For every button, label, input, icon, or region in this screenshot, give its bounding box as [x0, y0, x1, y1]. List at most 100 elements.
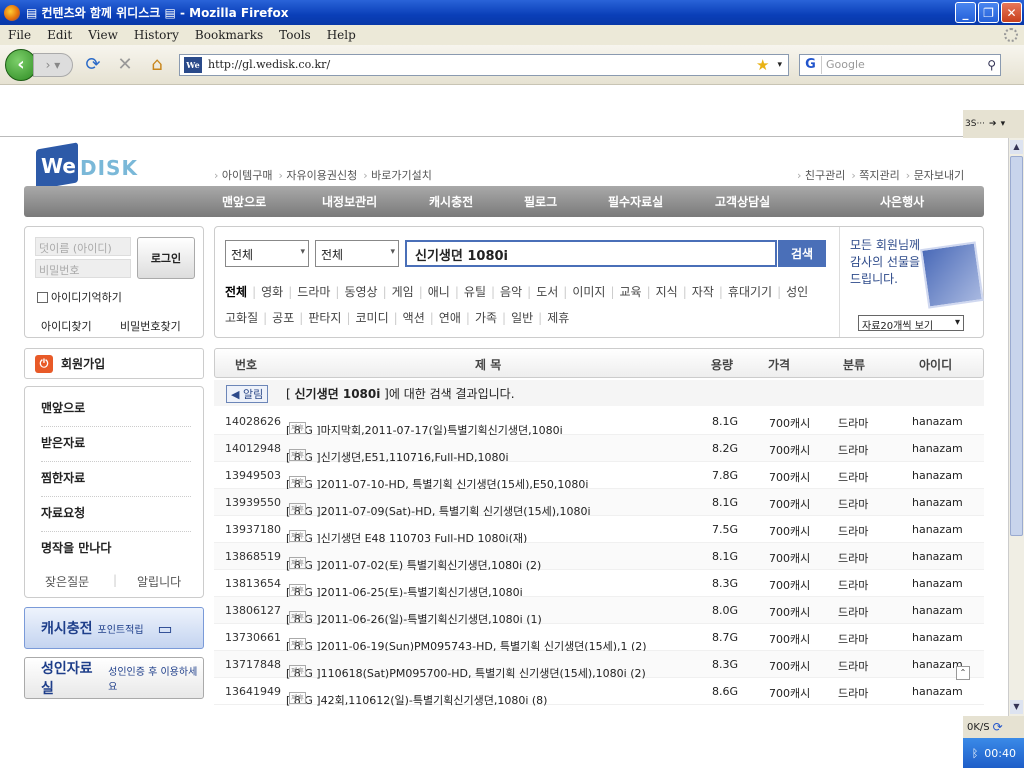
row-user[interactable]: hanazam: [912, 496, 963, 509]
category-link[interactable]: 드라마: [297, 285, 330, 299]
row-user[interactable]: hanazam: [912, 631, 963, 644]
category-link[interactable]: 전체: [225, 285, 247, 299]
category-link[interactable]: 음악: [500, 285, 522, 299]
home-icon[interactable]: ⌂: [145, 53, 169, 77]
category-link[interactable]: 성인: [786, 285, 808, 299]
notice-link[interactable]: 알립니다: [137, 573, 181, 590]
table-row[interactable]: 13641949 [ 8 G ]42회,110612(일)-특별기획신기생뎐,10…: [214, 678, 984, 707]
category-link[interactable]: 제휴: [547, 311, 569, 325]
menu-history[interactable]: History: [126, 28, 187, 42]
row-user[interactable]: hanazam: [912, 415, 963, 428]
scroll-thumb[interactable]: [1010, 156, 1023, 536]
sidebar-item-home[interactable]: 맨앞으로: [41, 399, 191, 427]
url-text[interactable]: http://gl.wedisk.co.kr/: [208, 58, 756, 71]
minimize-button[interactable]: _: [955, 2, 976, 23]
menu-edit[interactable]: Edit: [39, 28, 80, 42]
row-user[interactable]: hanazam: [912, 442, 963, 455]
bookmarks-overflow[interactable]: 3S··· ➔ ▾: [963, 110, 1024, 138]
category-link[interactable]: 일반: [511, 311, 533, 325]
id-input[interactable]: 덧이름 (아이디): [35, 237, 131, 256]
table-row[interactable]: 13806127[ 8 G ]2011-06-26(일)-특별기획신기생뎐,10…: [214, 597, 984, 626]
table-row[interactable]: 14028626[ 8 G ]마지막회,2011-07-17(일)특별기획신기생…: [214, 408, 984, 437]
message-manage-link[interactable]: 쪽지관리: [851, 167, 899, 183]
category-link[interactable]: 동영상: [344, 285, 377, 299]
scroll-top-button[interactable]: ⌃: [956, 666, 970, 680]
free-pass-link[interactable]: 자유이용권신청: [279, 167, 357, 183]
category-link[interactable]: 영화: [261, 285, 283, 299]
table-row[interactable]: 13730661[ 8 G ]2011-06-19(Sun)PM095743-H…: [214, 624, 984, 653]
category-link[interactable]: 코미디: [355, 311, 388, 325]
nav-cash[interactable]: 캐시충전: [429, 193, 473, 210]
table-row[interactable]: 14012948[ 8 G ]신기생뎐,E51,110716,Full-HD,1…: [214, 435, 984, 464]
menu-bookmarks[interactable]: Bookmarks: [187, 28, 271, 42]
row-user[interactable]: hanazam: [912, 523, 963, 536]
category-link[interactable]: 연애: [439, 311, 461, 325]
page-size-select[interactable]: 자료20개씩 보기 ▾: [858, 315, 964, 332]
friend-manage-link[interactable]: 친구관리: [797, 167, 845, 183]
menu-view[interactable]: View: [80, 28, 126, 42]
category-link[interactable]: 지식: [656, 285, 678, 299]
login-button[interactable]: 로그인: [137, 237, 195, 279]
search-button[interactable]: 검색: [778, 240, 826, 267]
sidebar-item-wishlist[interactable]: 찜한자료: [41, 469, 191, 497]
sidebar-item-request[interactable]: 자료요청: [41, 504, 191, 532]
page-size-label[interactable]: 자료20개씩 보기: [862, 321, 933, 332]
cash-charge-button[interactable]: 캐시충전 포인트적립 ▭: [24, 607, 204, 649]
scroll-down-arrow[interactable]: ▼: [1010, 700, 1023, 714]
row-user[interactable]: hanazam: [912, 550, 963, 563]
menu-file[interactable]: File: [0, 28, 39, 42]
search-select-2[interactable]: 전체: [315, 240, 399, 267]
stop-icon[interactable]: ✕: [113, 53, 137, 77]
forward-button[interactable]: › ▾: [33, 52, 73, 77]
google-icon[interactable]: G: [800, 55, 822, 74]
table-row[interactable]: 13937180[ 8 G ]신기생뎐 E48 110703 Full-HD 1…: [214, 516, 984, 545]
search-placeholder[interactable]: Google: [826, 58, 865, 71]
close-button[interactable]: ✕: [1001, 2, 1022, 23]
nav-myinfo[interactable]: 내정보관리: [322, 193, 377, 210]
category-link[interactable]: 게임: [392, 285, 414, 299]
faq-link[interactable]: 잦은질문: [45, 573, 89, 590]
category-link[interactable]: 도서: [536, 285, 558, 299]
search-select-1[interactable]: 전체: [225, 240, 309, 267]
category-link[interactable]: 자작: [692, 285, 714, 299]
menu-help[interactable]: Help: [319, 28, 364, 42]
shortcut-install-link[interactable]: 바로가기설치: [363, 167, 432, 183]
url-dropdown-icon[interactable]: ▾: [777, 60, 782, 70]
sidebar-item-received[interactable]: 받은자료: [41, 434, 191, 462]
reload-icon[interactable]: ⟳: [81, 53, 105, 77]
category-link[interactable]: 고화질: [225, 311, 258, 325]
category-link[interactable]: 유틸: [464, 285, 486, 299]
row-user[interactable]: hanazam: [912, 469, 963, 482]
table-row[interactable]: 13949503[ 8 G ]2011-07-10-HD, 특별기획 신기생뎐(…: [214, 462, 984, 491]
category-link[interactable]: 교육: [620, 285, 642, 299]
send-sms-link[interactable]: 문자보내기: [906, 167, 965, 183]
category-link[interactable]: 공포: [272, 311, 294, 325]
adult-section-button[interactable]: 성인자료실 성인인증 후 이용하세요: [24, 657, 204, 699]
search-query-input[interactable]: 신기생뎐 1080i: [405, 240, 777, 267]
checkbox-icon[interactable]: [37, 291, 48, 303]
table-row[interactable]: 13939550[ 8 G ]2011-07-09(Sat)-HD, 특별기획 …: [214, 489, 984, 518]
sidebar-item-masterpiece[interactable]: 명작을 만나다: [41, 539, 191, 566]
nav-event[interactable]: 사은행사: [880, 193, 924, 210]
vertical-scrollbar[interactable]: ▲ ▼: [1008, 138, 1024, 716]
find-pw-link[interactable]: 비밀번호찾기: [120, 318, 181, 334]
category-link[interactable]: 이미지: [572, 285, 605, 299]
menu-tools[interactable]: Tools: [271, 28, 319, 42]
url-bar[interactable]: We http://gl.wedisk.co.kr/ ★ ▾: [179, 53, 789, 76]
chevron-down-icon[interactable]: ▾: [1001, 119, 1006, 129]
table-row[interactable]: 13813654[ 8 G ]2011-06-25(토)-특별기획신기생뎐,10…: [214, 570, 984, 599]
category-link[interactable]: 액션: [403, 311, 425, 325]
chevron-down-icon[interactable]: ▾: [955, 317, 960, 328]
join-button[interactable]: ⏻ 회원가입: [24, 348, 204, 379]
row-user[interactable]: hanazam: [912, 685, 963, 698]
arrow-right-icon[interactable]: ➔: [989, 119, 997, 129]
category-link[interactable]: 휴대기기: [728, 285, 772, 299]
nav-essentials[interactable]: 필수자료실: [608, 193, 663, 210]
search-icon[interactable]: ⚲: [987, 58, 996, 72]
promo-banner[interactable]: 모든 회원님께 감사의 선물을 드립니다. 자료20개씩 보기 ▾: [839, 227, 985, 337]
maximize-button[interactable]: ❐: [978, 2, 999, 23]
nav-home[interactable]: 맨앞으로: [222, 193, 266, 210]
bookmarks-overflow-label[interactable]: 3S···: [965, 119, 985, 129]
row-user[interactable]: hanazam: [912, 604, 963, 617]
category-link[interactable]: 애니: [428, 285, 450, 299]
